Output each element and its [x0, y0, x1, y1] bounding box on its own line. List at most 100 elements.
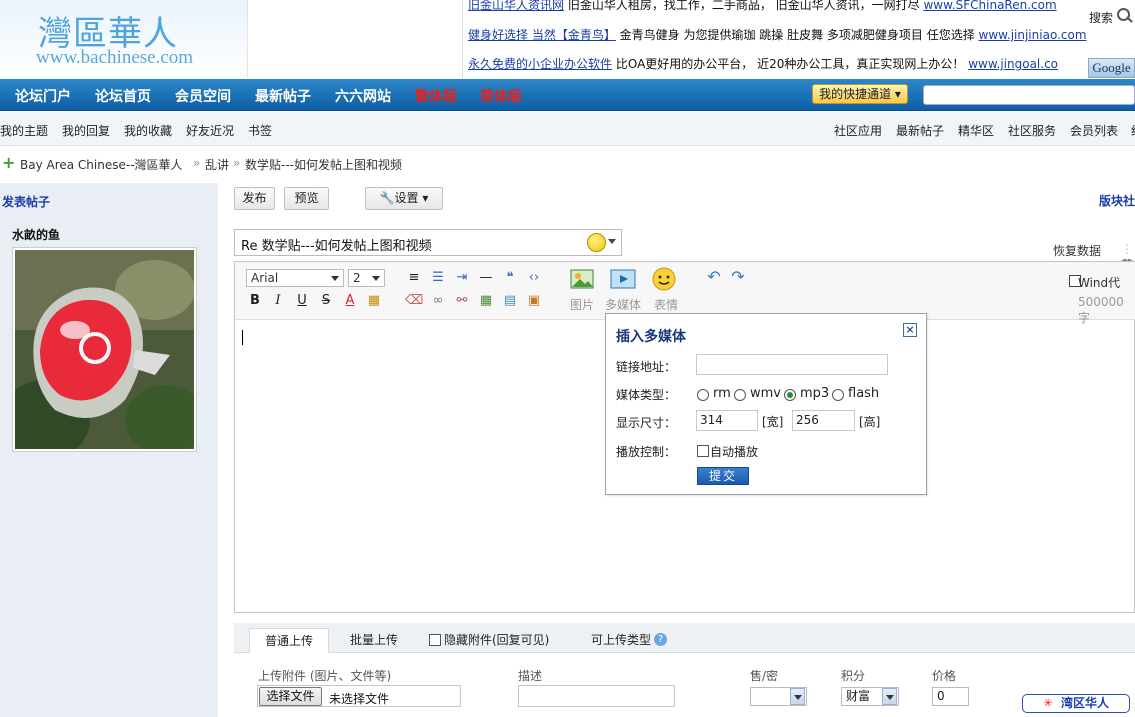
price-input[interactable]: 0	[932, 687, 969, 706]
subnav-services[interactable]: 社区服务	[1008, 122, 1056, 139]
radio-rm[interactable]	[697, 389, 709, 401]
emoji-icon[interactable]	[651, 266, 677, 292]
hide-attachment-checkbox[interactable]	[429, 634, 441, 646]
subnav-members[interactable]: 会员列表	[1070, 122, 1118, 139]
tab-batch-upload[interactable]: 批量上传	[334, 628, 414, 653]
breadcrumb-forum[interactable]: 乱讲	[205, 156, 229, 173]
tab-normal-upload[interactable]: 普通上传	[249, 628, 329, 653]
align-left-icon[interactable]: ≡	[405, 269, 423, 287]
search-icon[interactable]	[1117, 8, 1130, 21]
logo-english: www.bachinese.com	[36, 47, 194, 68]
font-size-select[interactable]: 2	[348, 269, 385, 287]
radio-flash[interactable]	[832, 389, 844, 401]
ad-url-3[interactable]: www.jingoal.co	[968, 57, 1058, 71]
chevron-down-icon[interactable]	[790, 688, 805, 705]
bold-icon[interactable]: B	[246, 292, 264, 310]
help-icon[interactable]: ?	[654, 633, 667, 646]
autoplay-checkbox[interactable]	[697, 445, 709, 457]
paste-icon[interactable]: ▣	[525, 292, 543, 310]
ordered-list-icon[interactable]: ☰	[429, 269, 447, 287]
ad-text-2: 金青鸟健身 为您提供瑜珈 跳操 肚皮舞 多项减肥健身项目 任您选择	[615, 28, 979, 42]
chevron-down-icon[interactable]	[882, 688, 897, 705]
strikethrough-icon[interactable]: S	[317, 292, 335, 310]
site-logo[interactable]: 灣區華人 www.bachinese.com	[0, 0, 248, 78]
publish-button[interactable]: 发布	[234, 187, 275, 210]
subject-input[interactable]: Re 数学贴---如何发帖上图和视频	[234, 229, 622, 256]
redo-icon[interactable]: ↷	[729, 268, 747, 286]
indent-icon[interactable]: ⇥	[453, 269, 471, 287]
nav-item-home[interactable]: 论坛首页	[95, 86, 151, 106]
horizontal-rule-icon[interactable]: —	[477, 269, 495, 287]
preview-button[interactable]: 预览	[284, 187, 329, 210]
site-badge[interactable]: ✳ 湾区华人	[1022, 694, 1130, 713]
quote-icon[interactable]: ❝	[501, 269, 519, 287]
subnav-new-posts[interactable]: 最新帖子	[896, 122, 944, 139]
italic-icon[interactable]: I	[269, 292, 287, 310]
upload-types-link[interactable]: 可上传类型	[591, 628, 651, 653]
settings-button[interactable]: 🔧设置 ▾	[365, 187, 443, 210]
ad-url-2[interactable]: www.jinjiniao.com	[979, 28, 1087, 42]
url-input[interactable]	[696, 354, 888, 375]
close-icon[interactable]: ×	[903, 323, 917, 337]
undo-icon[interactable]: ↶	[705, 268, 723, 286]
url-label: 链接地址：	[616, 360, 677, 374]
ad-link-1[interactable]: 旧金山华人资讯网	[468, 0, 564, 12]
description-input[interactable]	[518, 685, 675, 707]
multimedia-icon[interactable]	[610, 266, 636, 292]
submit-button[interactable]: 提交	[697, 467, 749, 485]
subnav-apps[interactable]: 社区应用	[834, 122, 882, 139]
subnav-my-favorites[interactable]: 我的收藏	[124, 122, 172, 139]
subnav-friends[interactable]: 好友近况	[186, 122, 234, 139]
subnav-my-replies[interactable]: 我的回复	[62, 122, 110, 139]
ad-url-1[interactable]: www.SFChinaRen.com	[923, 0, 1056, 12]
search-input[interactable]	[923, 85, 1135, 105]
radio-mp3[interactable]	[784, 389, 796, 401]
restore-data-link[interactable]: 恢复数据	[1053, 242, 1101, 259]
subnav-bookmarks[interactable]: 书签	[248, 122, 272, 139]
play-control-label: 播放控制：	[616, 445, 677, 459]
breadcrumb-site[interactable]: Bay Area Chinese--灣區華人	[20, 156, 183, 173]
ad-link-2[interactable]: 健身好选择 当然【金青鸟】	[468, 28, 616, 42]
nav-item-66[interactable]: 六六网站	[335, 86, 391, 106]
search-label[interactable]: 搜索	[1089, 9, 1113, 26]
image-icon[interactable]	[569, 266, 595, 292]
upload-file-header: 上传附件 (图片、文件等)	[258, 669, 392, 683]
code-icon[interactable]: ‹›	[525, 269, 543, 287]
wind-code-label: Wind代	[1078, 276, 1121, 290]
unlink-icon[interactable]: ⚯	[453, 292, 471, 310]
forum-rules-link[interactable]: 版块社	[1099, 192, 1135, 209]
google-ad-badge[interactable]: Google	[1088, 58, 1135, 78]
height-input[interactable]: 256	[792, 410, 855, 431]
nav-item-space[interactable]: 会员空间	[175, 86, 231, 106]
underline-icon[interactable]: U	[293, 292, 311, 310]
font-color-icon[interactable]: A	[341, 292, 359, 310]
width-input[interactable]: 314	[696, 410, 758, 431]
smiley-icon[interactable]	[587, 233, 606, 252]
post-sidebar: 发表帖子 水畝的鱼	[0, 183, 218, 717]
background-color-icon[interactable]: ▦	[365, 292, 383, 310]
link-icon[interactable]: ∞	[429, 292, 447, 310]
font-family-select[interactable]: Arial	[246, 269, 344, 287]
username[interactable]: 水畝的鱼	[12, 226, 60, 243]
avatar[interactable]	[0, 247, 205, 460]
radio-wmv-label: wmv	[750, 386, 781, 401]
nav-item-new[interactable]: 最新帖子	[255, 86, 311, 106]
attachment-icon[interactable]: ▤	[501, 292, 519, 310]
choose-file-button[interactable]: 选择文件	[259, 687, 322, 706]
chevron-down-icon[interactable]	[608, 239, 616, 244]
nav-item-simplified[interactable]: 简体版	[480, 86, 522, 106]
subnav-stats[interactable]: 统	[1131, 122, 1135, 139]
eraser-icon[interactable]: ⌫	[405, 292, 423, 310]
radio-flash-label: flash	[848, 386, 880, 401]
subnav-digest[interactable]: 精华区	[958, 122, 994, 139]
nav-item-portal[interactable]: 论坛门户	[15, 86, 71, 106]
radio-wmv[interactable]	[734, 389, 746, 401]
breadcrumb-thread[interactable]: 数学贴---如何发帖上图和视频	[245, 156, 402, 173]
table-icon[interactable]: ▦	[477, 292, 495, 310]
subnav-my-topics[interactable]: 我的主题	[0, 122, 48, 139]
separator: ⋮	[1121, 242, 1133, 256]
nav-item-traditional[interactable]: 繁体版	[415, 86, 457, 106]
ad-link-3[interactable]: 永久免费的小企业办公软件	[468, 57, 612, 71]
wrench-icon: 🔧	[379, 191, 395, 205]
quick-access-button[interactable]: 我的快捷通道 ▾	[812, 84, 908, 104]
